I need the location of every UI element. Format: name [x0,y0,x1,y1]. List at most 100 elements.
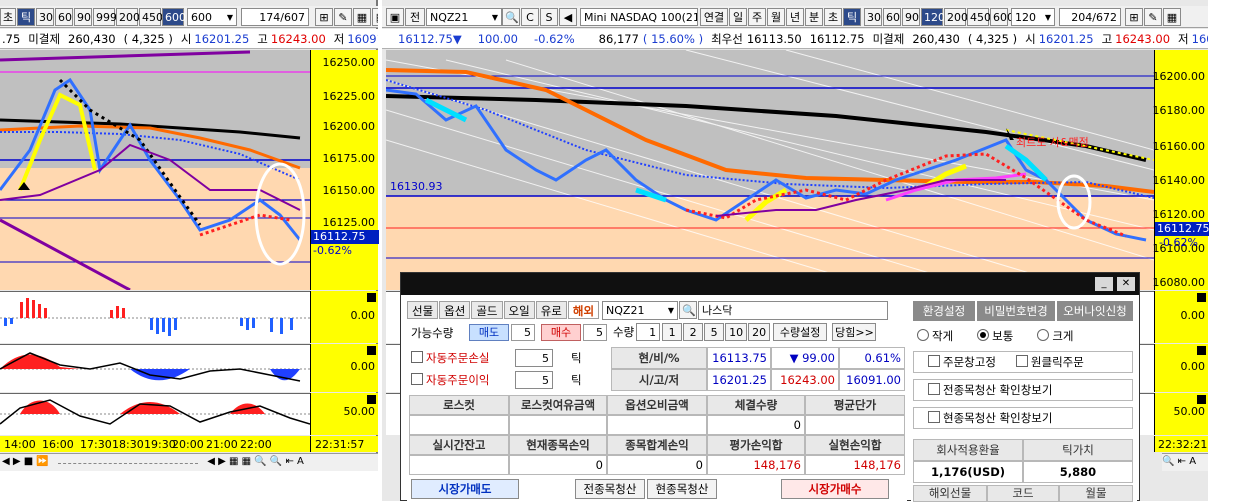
zoom-icons[interactable]: ◀ ▶ ▦ ▦ 🔍 🔍 ⇤ A [207,456,304,467]
size-option-large[interactable]: 크게 [1037,329,1074,343]
env-settings-button[interactable]: 환경설정 [913,301,975,321]
right-scroll-bar[interactable]: 🔍 ⇤ A [1162,453,1208,471]
right-jeon-button[interactable]: 전 [405,8,425,26]
auto-take-profit-checkbox[interactable] [411,373,423,385]
left-period-999[interactable]: 999 [93,8,117,26]
left-tool-icon-2[interactable]: ✎ [334,8,352,26]
right-period-label[interactable]: 틱 [843,8,861,26]
overnight-request-button[interactable]: 오버나잇신청 [1057,301,1133,321]
close-icon[interactable] [367,346,376,355]
left-tool-icon-3[interactable]: ▦ [353,8,371,26]
left-period-90[interactable]: 90 [74,8,92,26]
left-period-60[interactable]: 60 [55,8,73,26]
qty-button-2[interactable]: 2 [683,323,704,341]
right-period-label[interactable]: 연결 [700,8,728,26]
search-icon[interactable]: 🔍 [679,301,698,319]
right-tool-icon-3[interactable]: ▦ [1163,8,1181,26]
left-tool-icon-4[interactable]: ▤ [372,8,378,26]
order-window-titlebar[interactable]: _ ✕ [401,273,1139,295]
left-rsi-pane[interactable] [0,393,310,435]
right-tool-icon-1[interactable]: ⊞ [1125,8,1143,26]
tab-euro[interactable]: 유로 [535,301,567,319]
all-clear-confirm-checkbox[interactable] [928,383,940,395]
scroll-track[interactable] [58,455,199,464]
right-window-icon[interactable]: ▣ [386,8,404,26]
close-icon[interactable] [1197,293,1206,302]
right-period-label[interactable]: 초 [824,8,842,26]
left-scroll-bar[interactable]: ◀ ▶ ■ ⏩ ◀ ▶ ▦ ▦ 🔍 🔍 ⇤ A [0,453,378,471]
left-period-select[interactable]: 600 ▼ [187,8,237,26]
close-icon[interactable] [1197,346,1206,355]
market-buy-button[interactable]: 시장가매수 [781,479,889,499]
left-tool-icon-1[interactable]: ⊞ [315,8,333,26]
size-option-normal[interactable]: 보통 [977,329,1013,343]
left-price-chart[interactable] [0,50,310,290]
right-period-30[interactable]: 30 [864,8,882,26]
right-period-200[interactable]: 200 [944,8,968,26]
left-macd-pane[interactable] [0,291,310,343]
order-fix-checkbox[interactable] [928,355,940,367]
right-period-450[interactable]: 450 [967,8,991,26]
left-period-600[interactable]: 600 [162,8,186,26]
right-tool-icon-s[interactable]: S [540,8,558,26]
qty-button-1[interactable]: 1 [662,323,683,341]
minimize-icon[interactable]: _ [1095,277,1113,291]
clear-all-button[interactable]: 전종목청산 [575,479,645,499]
search-icon[interactable]: 🔍 [502,8,520,26]
right-period-120[interactable]: 120 [921,8,945,26]
right-period-select[interactable]: 120 ▼ [1011,8,1055,26]
close-icon[interactable] [367,293,376,302]
right-period-label[interactable]: 주 [748,8,766,26]
right-period-label[interactable]: 분 [805,8,823,26]
left-tick-button[interactable]: 틱 [17,8,35,26]
radio-normal[interactable] [977,329,990,341]
tab-futures[interactable]: 선물 [407,301,439,319]
market-sell-button[interactable]: 시장가매도 [411,479,519,499]
right-period-label[interactable]: 년 [786,8,804,26]
tab-overseas[interactable]: 해외 [567,301,600,319]
close-icon[interactable] [1197,395,1206,404]
left-page-counter[interactable]: 174/607 [241,8,309,26]
collapse-button[interactable]: 당힘>> [832,323,877,341]
right-page-counter[interactable]: 204/672 [1059,8,1121,26]
left-period-200[interactable]: 200 [116,8,140,26]
qty-input[interactable]: 1 [636,323,661,341]
right-period-60[interactable]: 60 [883,8,901,26]
right-period-600[interactable]: 600 [990,8,1014,26]
radio-small[interactable] [917,329,929,341]
close-icon[interactable] [367,395,376,404]
zoom-icons[interactable]: 🔍 ⇤ A [1162,456,1196,467]
qty-button-5[interactable]: 5 [704,323,725,341]
qty-setting-button[interactable]: 수량설정 [773,323,828,341]
right-tool-icon-2[interactable]: ✎ [1144,8,1162,26]
left-stoch-pane[interactable] [0,344,310,392]
right-price-chart[interactable]: 16130.93 최트도 사&맥점 [386,50,1154,290]
auto-take-profit-input[interactable]: 5 [515,371,553,389]
radio-large[interactable] [1037,329,1050,341]
password-change-button[interactable]: 비밀번호변경 [977,301,1055,321]
right-period-label[interactable]: 월 [767,8,785,26]
scroll-left-icon[interactable]: ◀ ▶ ■ ⏩ [2,456,49,467]
right-period-label[interactable]: 일 [729,8,747,26]
clear-current-button[interactable]: 현종목청산 [647,479,717,499]
tab-options[interactable]: 옵션 [439,301,471,319]
right-tool-icon-c[interactable]: C [521,8,539,26]
size-option-small[interactable]: 작게 [917,329,953,343]
cur-clear-confirm-checkbox[interactable] [928,411,940,423]
right-symbol-input[interactable]: NQZ21 ▼ [426,8,502,26]
qty-button-20[interactable]: 20 [748,323,771,341]
left-rsi-axis-label: 50.00 [343,405,376,418]
auto-stop-loss-input[interactable]: 5 [515,349,553,367]
left-tick-label[interactable]: 초 [0,8,16,26]
right-period-90[interactable]: 90 [902,8,920,26]
tab-gold[interactable]: 골드 [471,301,503,319]
speaker-icon[interactable]: ◀ [559,8,577,26]
tab-oil[interactable]: 오일 [503,301,535,319]
close-icon[interactable]: ✕ [1117,277,1135,291]
one-click-checkbox[interactable] [1015,355,1028,367]
left-period-450[interactable]: 450 [139,8,163,26]
order-symbol-select[interactable]: NQZ21 ▼ [602,301,679,320]
left-period-30[interactable]: 30 [36,8,54,26]
auto-stop-loss-checkbox[interactable] [411,351,423,363]
qty-button-10[interactable]: 10 [725,323,748,341]
